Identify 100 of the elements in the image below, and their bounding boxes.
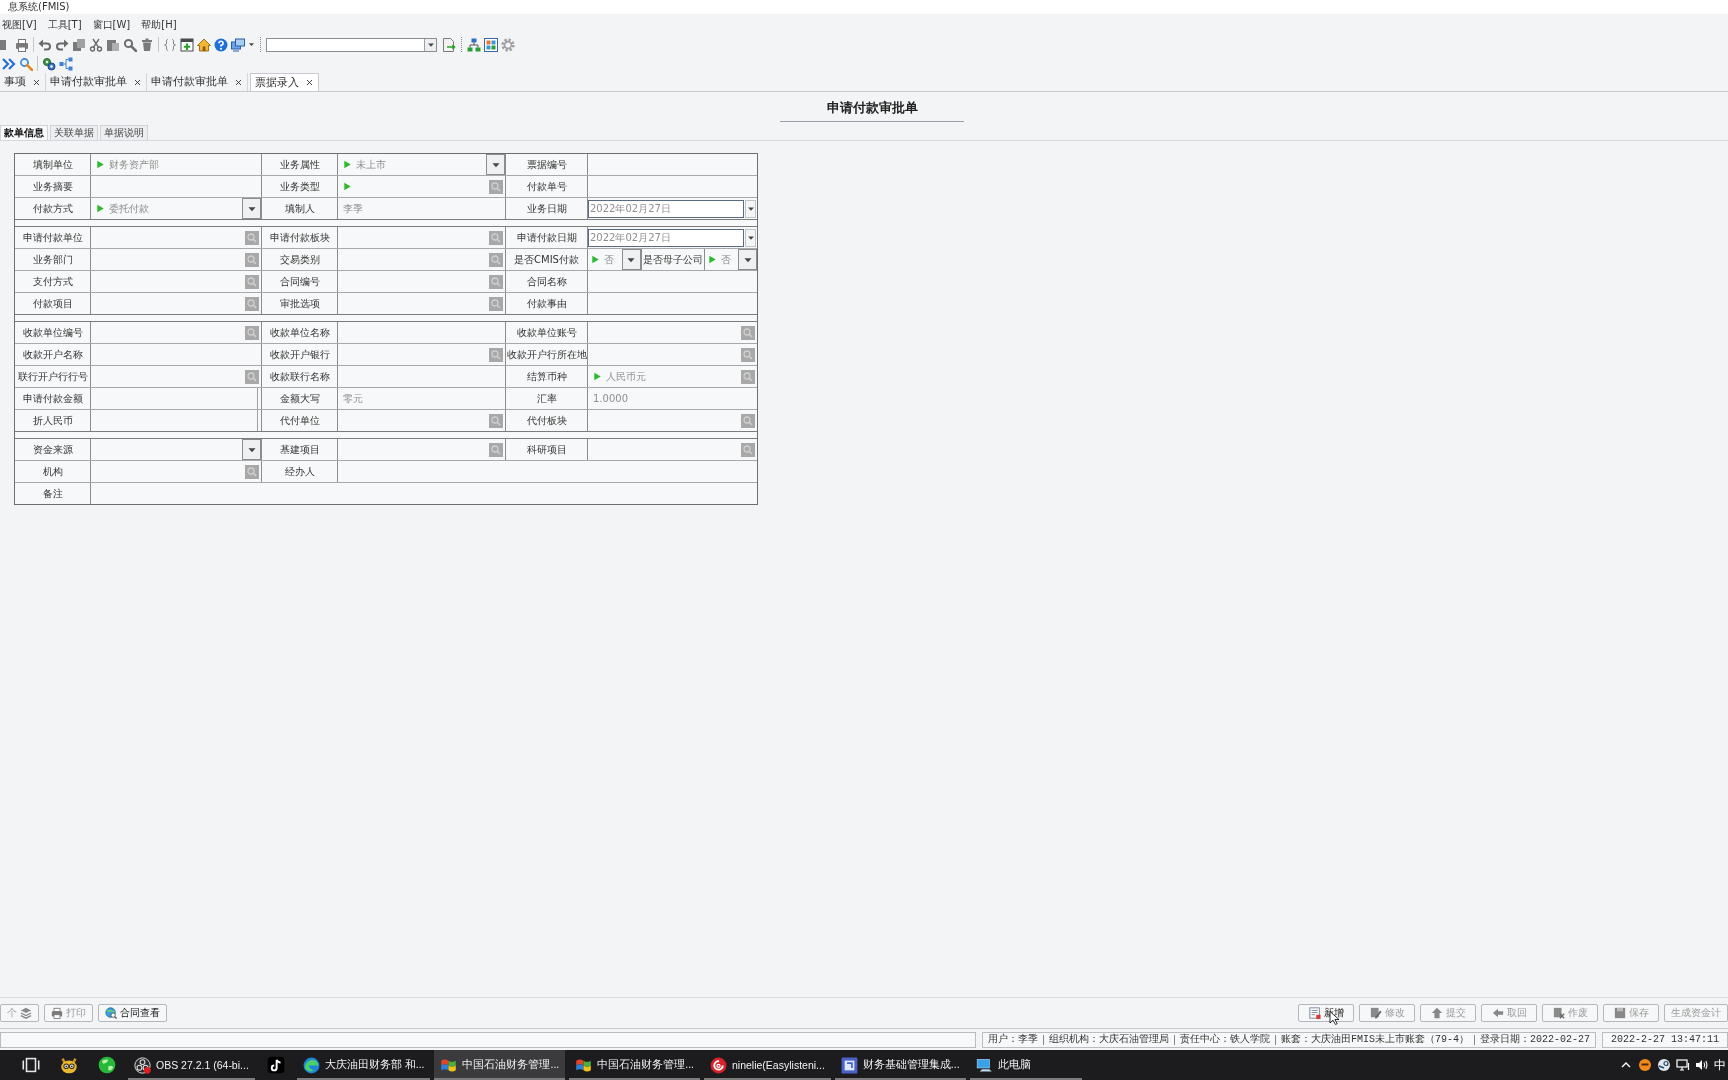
gears-icon[interactable] — [42, 56, 56, 71]
clipboard-icon[interactable] — [106, 37, 120, 52]
square-icon[interactable] — [0, 37, 6, 52]
lookup-field[interactable] — [90, 249, 261, 270]
lookup-field[interactable] — [337, 410, 505, 431]
scissors-icon[interactable] — [89, 37, 103, 52]
taskbar-button[interactable]: 此电脑 — [969, 1050, 1082, 1080]
redo-icon[interactable] — [55, 37, 69, 52]
lookup-field[interactable] — [337, 439, 505, 460]
search-icon[interactable] — [245, 296, 259, 311]
action-button[interactable]: 合同查看 — [98, 1004, 167, 1022]
tab[interactable]: 申请付款审批单 — [46, 73, 147, 91]
tab[interactable]: 票据录入 — [250, 73, 319, 91]
help-icon[interactable] — [214, 37, 228, 52]
trash-icon[interactable] — [140, 37, 154, 52]
menu-item[interactable]: 帮助[H] — [141, 17, 177, 32]
tab[interactable]: 款单信息 — [0, 125, 48, 140]
monitor-icon[interactable] — [1676, 1058, 1690, 1072]
dropdown-field[interactable] — [90, 439, 261, 460]
tab[interactable]: 单据说明 — [100, 125, 148, 140]
date-field[interactable]: 2022年02月27日 — [588, 228, 744, 247]
undo-icon[interactable] — [38, 37, 52, 52]
input-method-indicator[interactable]: 中 — [1714, 1056, 1726, 1074]
lookup-field[interactable] — [337, 293, 505, 314]
search-icon[interactable] — [489, 442, 503, 457]
dropdown-button[interactable] — [621, 249, 641, 270]
volume-icon[interactable] — [1695, 1058, 1709, 1072]
search-icon[interactable] — [489, 252, 503, 267]
dropdown-button[interactable] — [242, 198, 261, 219]
search-icon[interactable] — [489, 413, 503, 428]
chevrons-icon[interactable] — [2, 56, 16, 71]
dropdown-field[interactable]: 否 — [588, 249, 641, 270]
dropdown-button[interactable] — [745, 228, 756, 247]
search-icon[interactable] — [741, 413, 755, 428]
search-icon[interactable] — [245, 230, 259, 245]
search-icon[interactable] — [245, 252, 259, 267]
lookup-field[interactable] — [337, 271, 505, 292]
search-icon[interactable] — [245, 464, 259, 479]
document-arrow-icon[interactable] — [442, 37, 456, 52]
lookup-field[interactable] — [90, 322, 261, 343]
close-icon[interactable] — [134, 78, 141, 86]
menu-item[interactable]: 视图[V] — [2, 17, 37, 32]
menu-item[interactable]: 工具[T] — [47, 17, 82, 32]
home-icon[interactable] — [197, 37, 211, 52]
search-icon[interactable] — [741, 369, 755, 384]
search-icon[interactable] — [19, 56, 33, 71]
taskbar-button[interactable]: ninelie(Easylisteni... — [704, 1050, 831, 1080]
search-icon[interactable] — [489, 347, 503, 362]
lookup-field[interactable] — [90, 271, 261, 292]
tab[interactable]: 关联单据 — [50, 125, 98, 140]
taskbar-button[interactable]: 大庆油田财务部 和... — [296, 1050, 431, 1080]
settings-icon[interactable] — [501, 37, 515, 52]
search-icon[interactable] — [489, 179, 503, 194]
caret-icon[interactable] — [248, 41, 255, 48]
dropdown-field[interactable]: 委托付款 — [90, 198, 261, 219]
close-icon[interactable] — [33, 78, 40, 86]
text-field[interactable] — [90, 410, 261, 431]
close-icon[interactable] — [306, 79, 313, 86]
taskbar-button[interactable]: 中国石油财务管理... — [569, 1050, 700, 1080]
nodes-icon[interactable] — [59, 56, 73, 71]
dropdown-field[interactable]: 否 — [703, 249, 757, 270]
date-field[interactable]: 2022年02月27日 — [588, 199, 744, 218]
search-icon[interactable] — [245, 274, 259, 289]
search-icon[interactable] — [489, 274, 503, 289]
close-icon[interactable] — [235, 78, 242, 86]
copy-icon[interactable] — [72, 37, 86, 52]
dropdown-field[interactable]: 未上市 — [337, 154, 505, 175]
dropdown-button[interactable] — [738, 249, 757, 270]
lookup-field[interactable] — [90, 293, 261, 314]
printer-icon[interactable] — [15, 37, 29, 52]
search-icon[interactable] — [741, 325, 755, 340]
face-icon[interactable] — [1638, 1058, 1652, 1072]
text-field[interactable] — [90, 388, 261, 409]
dropdown-button[interactable] — [424, 38, 436, 51]
taskbar-button[interactable]: OBS 27.2.1 (64-bi... — [128, 1050, 255, 1080]
search-icon[interactable] — [245, 325, 259, 340]
disc-icon[interactable] — [1657, 1058, 1671, 1072]
tab[interactable]: 事项 — [0, 73, 46, 91]
lookup-field[interactable] — [587, 344, 757, 365]
window-plus-icon[interactable] — [180, 37, 194, 52]
lookup-field[interactable] — [337, 227, 505, 248]
dropdown-button[interactable] — [486, 154, 505, 175]
lookup-field[interactable] — [587, 410, 757, 431]
lookup-field[interactable] — [90, 366, 261, 387]
lookup-field[interactable] — [337, 344, 505, 365]
lookup-field[interactable] — [587, 322, 757, 343]
menu-item[interactable]: 窗口[W] — [92, 17, 131, 32]
search-icon[interactable] — [245, 369, 259, 384]
search-icon[interactable] — [123, 37, 137, 52]
dropdown-button[interactable] — [745, 199, 756, 218]
search-icon[interactable] — [741, 347, 755, 362]
lookup-field[interactable] — [90, 461, 261, 482]
tab[interactable]: 申请付款审批单 — [147, 73, 248, 91]
taskbar-button[interactable]: 中国石油财务管理... — [434, 1050, 566, 1080]
search-icon[interactable] — [489, 296, 503, 311]
taskbar-button[interactable]: 财务基础管理集成... — [834, 1050, 966, 1080]
lookup-field[interactable] — [90, 227, 261, 248]
action-button[interactable]: 新增 — [1298, 1004, 1354, 1022]
combo-field[interactable] — [266, 37, 437, 52]
lookup-field[interactable] — [337, 176, 505, 197]
